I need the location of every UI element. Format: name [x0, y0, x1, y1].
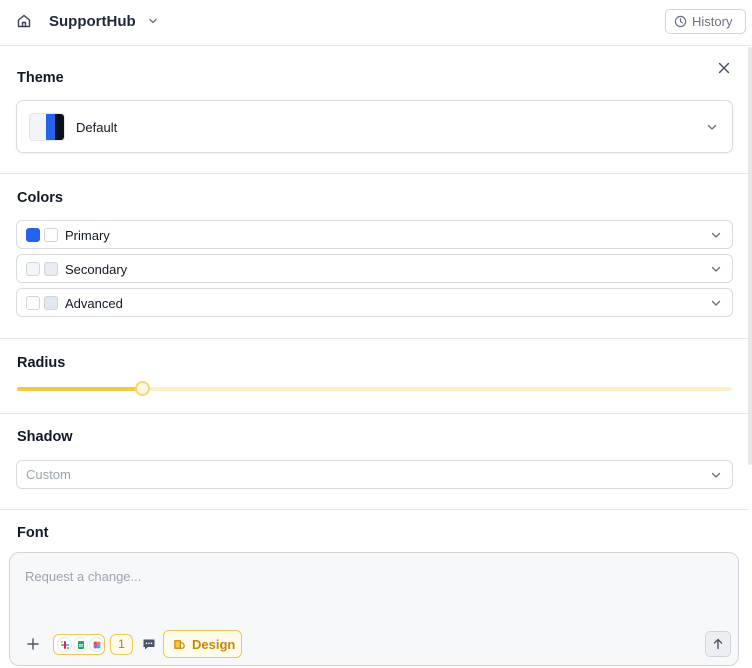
top-bar: SupportHub History — [0, 0, 752, 46]
design-mode-button[interactable]: Design — [163, 630, 242, 658]
theme-selected-label: Default — [76, 120, 118, 135]
paint-icon — [174, 639, 185, 649]
radius-title: Radius — [17, 355, 66, 371]
advanced-swatch — [26, 296, 40, 310]
slider-thumb[interactable] — [135, 381, 151, 396]
advanced-foreground-swatch — [44, 296, 58, 310]
integrations-button[interactable] — [53, 634, 105, 655]
chevron-down-icon — [711, 472, 721, 478]
radius-section: Radius — [0, 339, 748, 414]
shadow-selected-label: Custom — [26, 467, 71, 482]
chat-input[interactable]: Request a change... — [25, 569, 141, 584]
radius-slider[interactable] — [17, 381, 732, 396]
color-row-label: Advanced — [65, 296, 123, 311]
app-name[interactable]: SupportHub — [49, 13, 136, 30]
history-label: History — [692, 14, 733, 29]
slider-fill — [17, 387, 143, 391]
design-label: Design — [192, 636, 236, 652]
color-row-advanced[interactable]: Advanced — [16, 288, 733, 317]
font-title: Font — [17, 525, 49, 541]
sheets-icon — [73, 637, 88, 652]
shadow-title: Shadow — [17, 429, 73, 445]
close-icon[interactable] — [717, 61, 731, 75]
attachment-count-badge[interactable]: 1 — [110, 634, 133, 655]
shadow-section: Shadow Custom — [0, 414, 748, 510]
shadow-select[interactable]: Custom — [16, 460, 733, 489]
secondary-swatch — [26, 262, 40, 276]
color-row-label: Primary — [65, 228, 110, 243]
design-panel: Theme Default Colors Primary Secondary A… — [0, 47, 748, 552]
send-button[interactable] — [705, 631, 731, 657]
theme-select[interactable]: Default — [16, 100, 733, 153]
secondary-foreground-swatch — [44, 262, 58, 276]
theme-title: Theme — [17, 70, 64, 86]
chevron-down-icon — [711, 300, 721, 306]
colors-section: Colors Primary Secondary Advanced — [0, 174, 748, 339]
history-button[interactable]: History — [665, 9, 746, 34]
color-row-label: Secondary — [65, 262, 128, 277]
chevron-down-icon[interactable] — [147, 15, 159, 27]
clock-icon — [674, 15, 687, 28]
chevron-down-icon — [711, 232, 721, 238]
slack-icon — [57, 637, 72, 652]
figma-icon — [89, 637, 104, 652]
arrow-up-icon — [713, 638, 723, 650]
theme-section: Theme Default — [0, 47, 748, 174]
primary-foreground-swatch — [44, 228, 58, 242]
theme-swatch — [29, 113, 65, 141]
color-row-secondary[interactable]: Secondary — [16, 254, 733, 283]
chevron-down-icon — [707, 124, 717, 130]
home-icon[interactable] — [16, 13, 32, 29]
color-row-primary[interactable]: Primary — [16, 220, 733, 249]
scrollbar[interactable] — [748, 47, 752, 465]
message-icon[interactable] — [142, 638, 156, 651]
plus-icon[interactable] — [27, 638, 39, 650]
colors-title: Colors — [17, 190, 63, 206]
primary-swatch — [26, 228, 40, 242]
chat-composer: Request a change... 1 Design — [9, 552, 739, 666]
chevron-down-icon — [711, 266, 721, 272]
